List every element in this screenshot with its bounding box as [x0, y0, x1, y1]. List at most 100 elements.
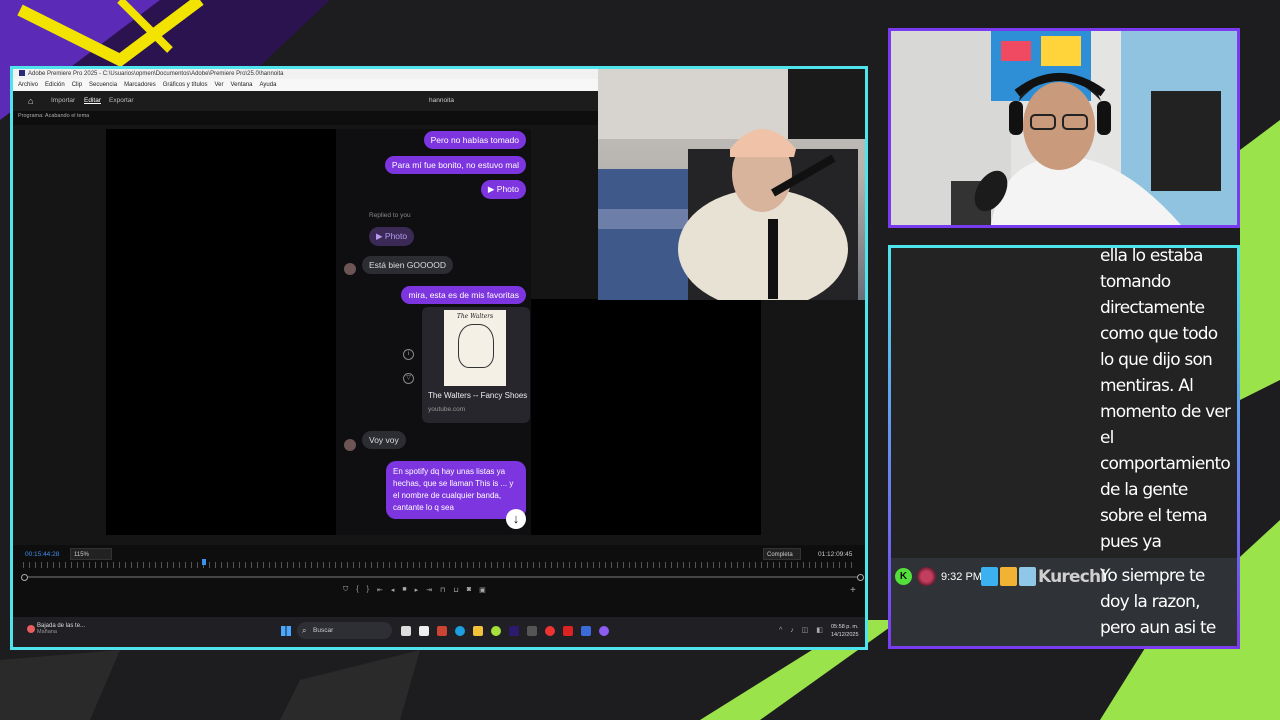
menu-marcadores[interactable]: Marcadores [124, 79, 156, 91]
menu-archivo[interactable]: Archivo [18, 79, 38, 91]
mark-out-icon[interactable]: } [367, 586, 369, 596]
download-icon: ▽ [403, 373, 414, 384]
stream-chat: ella lo estaba tomando directamente como… [888, 245, 1240, 649]
mark-in-icon[interactable]: { [356, 586, 358, 596]
duration-timecode: 01:12:09:45 [818, 551, 853, 558]
scrub-end-handle[interactable] [857, 574, 864, 581]
webcam-streamer-image [891, 31, 1237, 225]
search-placeholder: Buscar [313, 627, 334, 634]
user-avatar [917, 567, 936, 586]
step-forward-icon[interactable]: ▸ [415, 586, 419, 596]
hammer-badge-icon [981, 567, 998, 586]
chat-bubble: Está bien GOOOOD [362, 256, 453, 274]
scrub-start-handle[interactable] [21, 574, 28, 581]
lift-icon[interactable]: ⊓ [440, 586, 445, 596]
menu-edicion[interactable]: Edición [45, 79, 65, 91]
guest-webcam [598, 69, 865, 300]
chat-bubble: Pero no habías tomado [423, 131, 526, 149]
taskbar-search[interactable]: ⌕ Buscar [297, 622, 392, 639]
nav-exportar[interactable]: Exportar [109, 91, 134, 111]
marker-icon[interactable]: ⛉ [343, 586, 348, 596]
transport-controls: ⛉ { } ⇤ ◂ ■ ▸ ⇥ ⊓ ⊔ ◙ ▣ [343, 586, 486, 596]
playhead[interactable] [202, 559, 206, 565]
chat-bubble-reply: ▶ Photo [369, 227, 415, 246]
camera-icon[interactable]: ◙ [467, 586, 471, 596]
menu-clip[interactable]: Clip [72, 79, 82, 91]
menu-ayuda[interactable]: Ayuda [260, 79, 277, 91]
file-explorer-icon[interactable] [401, 626, 411, 636]
nav-editar[interactable]: Editar [84, 91, 101, 111]
chat-message-previous: ella lo estaba tomando directamente como… [1100, 246, 1231, 604]
chat-bubble: En spotify dq hay unas listas ya hechas,… [386, 461, 526, 519]
chat-message-row: K 9:32 PM Kurechi Yo siempre te doy la r… [891, 558, 1237, 646]
info-icon: i [403, 349, 414, 360]
search-icon: ⌕ [302, 626, 307, 635]
system-tray[interactable]: ^ ♪ ◫ ◧ [779, 626, 826, 634]
chat-bubble: ▶ Photo [480, 180, 526, 199]
scroll-down-button[interactable]: ↓ [506, 509, 526, 529]
clock-time: 05:58 p. m. [831, 624, 859, 630]
zoom-select[interactable]: 115% [70, 548, 112, 560]
sub-badge-icon [1019, 567, 1036, 586]
link-title: The Walters -- Fancy Shoes [428, 391, 528, 400]
app-icon-green[interactable] [491, 626, 501, 636]
chat-username[interactable]: Kurechi [1038, 567, 1106, 587]
app-icon-blue[interactable] [581, 626, 591, 636]
chat-bubble: mira, esta es de mis favoritas [401, 286, 526, 304]
weather-subtitle: Mañana [37, 629, 57, 635]
extract-icon[interactable]: ⊔ [453, 586, 458, 596]
taskbar: Bajada de las te... Mañana ⌕ Buscar ^ ♪ ◫… [13, 617, 865, 647]
link-url: youtube.com [428, 406, 466, 413]
go-to-out-icon[interactable]: ⇥ [426, 586, 432, 596]
step-back-icon[interactable]: ◂ [391, 586, 395, 596]
windows-start-icon[interactable] [281, 626, 291, 636]
menu-graficos[interactable]: Gráficos y títulos [163, 79, 208, 91]
edge-icon[interactable] [455, 626, 465, 636]
add-button[interactable]: + [850, 585, 856, 596]
crown-badge-icon [1000, 567, 1017, 586]
scrub-bar[interactable] [21, 574, 864, 581]
menu-ventana[interactable]: Ventana [230, 79, 252, 91]
replied-label: Replied to you [369, 212, 411, 219]
home-icon[interactable]: ⌂ [28, 91, 33, 111]
quality-select[interactable]: Completa [763, 548, 801, 560]
app-icon[interactable] [437, 626, 447, 636]
chat-timestamp: 9:32 PM [941, 571, 982, 583]
album-cover: The Walters [444, 310, 506, 386]
program-monitor-tab[interactable]: Programa: Acabando el tema [18, 113, 89, 119]
chat-bubble: Para mí fue bonito, no estuvo mal [384, 156, 526, 174]
current-timecode[interactable]: 00:15:44:28 [25, 551, 59, 558]
app-icon-purple[interactable] [599, 626, 609, 636]
chat-message-text: Yo siempre te doy la razon, pero aun asi… [1100, 566, 1216, 646]
platform-badge-icon: K [895, 568, 912, 585]
time-ruler[interactable] [23, 562, 855, 568]
store-icon[interactable] [419, 626, 429, 636]
app-icon-gray[interactable] [527, 626, 537, 636]
menu-ver[interactable]: Ver [214, 79, 223, 91]
contact-avatar [344, 263, 356, 275]
video-black-area-right [531, 299, 761, 535]
go-to-in-icon[interactable]: ⇤ [377, 586, 383, 596]
weather-widget[interactable]: Bajada de las te... Mañana [27, 623, 85, 635]
chat-bubble: Voy voy [362, 431, 406, 449]
user-badges [981, 567, 1036, 586]
menu-secuencia[interactable]: Secuencia [89, 79, 117, 91]
premiere-icon [19, 70, 25, 76]
contact-avatar [344, 439, 356, 451]
link-preview-card[interactable]: The Walters The Walters -- Fancy Shoes y… [422, 307, 530, 423]
folder-icon[interactable] [473, 626, 483, 636]
weather-icon [27, 625, 35, 633]
screen-capture: Adobe Premiere Pro 2025 - C:\Usuarios\op… [10, 66, 868, 650]
app-icon-red[interactable] [563, 626, 573, 636]
video-black-area [106, 129, 336, 535]
play-icon[interactable]: ■ [402, 586, 406, 596]
taskbar-clock[interactable]: 05:58 p. m. 14/12/2025 [831, 623, 859, 639]
streamer-webcam [888, 28, 1240, 228]
window-title: Adobe Premiere Pro 2025 - C:\Usuarios\op… [28, 71, 284, 77]
nav-importar[interactable]: Importar [51, 91, 75, 111]
chrome-icon[interactable] [545, 626, 555, 636]
webcam-person-image [598, 69, 865, 300]
compare-icon[interactable]: ▣ [479, 586, 486, 596]
taskbar-apps [401, 626, 609, 636]
premiere-taskbar-icon[interactable] [509, 626, 519, 636]
